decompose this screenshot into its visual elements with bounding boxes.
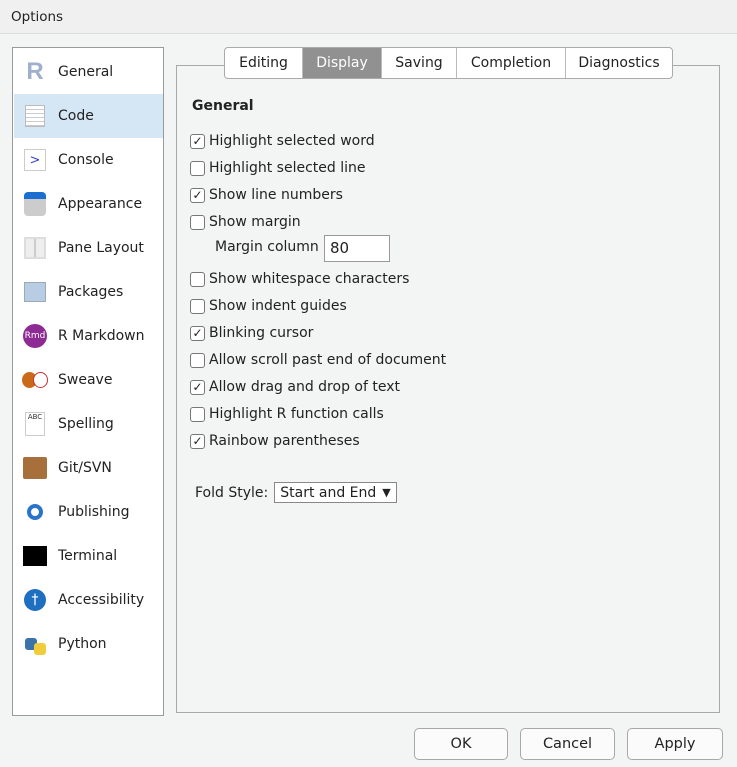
sidebar-item-label: Publishing <box>58 504 130 520</box>
sidebar-item-code[interactable]: Code <box>14 94 163 138</box>
rmd-icon: Rmd <box>22 323 48 349</box>
option-label: Highlight selected line <box>209 160 366 176</box>
fold-style-select[interactable]: Start and End ▼ <box>274 482 397 503</box>
option-checkbox-row[interactable]: Show whitespace characters <box>190 269 409 289</box>
sidebar-item-appearance[interactable]: Appearance <box>14 182 163 226</box>
option-label: Blinking cursor <box>209 325 314 341</box>
checkbox-unchecked[interactable] <box>190 298 205 314</box>
sidebar-item-label: Terminal <box>58 548 118 564</box>
option-checkbox-row[interactable]: ✓ Allow drag and drop of text <box>190 377 400 397</box>
paint-bucket-icon <box>22 191 48 217</box>
option-label: Show line numbers <box>209 187 343 203</box>
sidebar-item-label: Spelling <box>58 416 114 432</box>
sidebar-item-general[interactable]: R General <box>14 50 163 94</box>
sidebar-item-label: Python <box>58 636 107 652</box>
check-icon: ✓ <box>192 326 203 340</box>
option-label: Highlight selected word <box>209 133 375 149</box>
sidebar-item-label: Console <box>58 152 114 168</box>
option-label: Allow scroll past end of document <box>209 352 447 368</box>
option-checkbox-row[interactable]: ✓ Highlight selected word <box>190 131 375 151</box>
sidebar-item-pane-layout[interactable]: Pane Layout <box>14 226 163 270</box>
sidebar-item-r-markdown[interactable]: Rmd R Markdown <box>14 314 163 358</box>
sidebar-item-spelling[interactable]: ABC Spelling <box>14 402 163 446</box>
option-label: Show whitespace characters <box>209 271 410 287</box>
sweave-pdf-icon <box>22 367 48 393</box>
tab-diagnostics[interactable]: Diagnostics <box>566 48 672 78</box>
sidebar-item-label: Accessibility <box>58 592 145 608</box>
fold-style-label: Fold Style: <box>195 484 269 501</box>
console-prompt-icon: > <box>22 147 48 173</box>
option-checkbox-row[interactable]: Highlight R function calls <box>190 404 384 424</box>
sidebar-item-git-svn[interactable]: Git/SVN <box>14 446 163 490</box>
checkbox-checked[interactable]: ✓ <box>190 379 205 395</box>
checkbox-unchecked[interactable] <box>190 214 205 230</box>
option-label: Show margin <box>209 214 301 230</box>
tab-display[interactable]: Display <box>303 48 382 78</box>
tab-saving[interactable]: Saving <box>382 48 457 78</box>
cancel-button[interactable]: Cancel <box>520 728 615 760</box>
margin-column-label: Margin column <box>215 239 319 255</box>
checkbox-unchecked[interactable] <box>190 352 205 368</box>
accessibility-icon: † <box>22 587 48 613</box>
checkbox-unchecked[interactable] <box>190 406 205 422</box>
code-document-icon <box>22 103 48 129</box>
sidebar-item-sweave[interactable]: Sweave <box>14 358 163 402</box>
sidebar-item-label: Pane Layout <box>58 240 144 256</box>
sidebar-item-label: Git/SVN <box>58 460 112 476</box>
fold-style: Fold Style: Start and End ▼ <box>195 482 397 503</box>
tab-completion[interactable]: Completion <box>457 48 566 78</box>
checkbox-checked[interactable]: ✓ <box>190 187 205 203</box>
tab-editing[interactable]: Editing <box>225 48 303 78</box>
option-checkbox-row[interactable]: Highlight selected line <box>190 158 365 178</box>
python-icon <box>22 631 48 657</box>
option-label: Highlight R function calls <box>209 406 384 422</box>
sidebar-item-terminal[interactable]: Terminal <box>14 534 163 578</box>
package-box-icon <box>22 279 48 305</box>
margin-column-input[interactable]: 80 <box>324 235 390 262</box>
checkbox-unchecked[interactable] <box>190 160 205 176</box>
check-icon: ✓ <box>192 134 203 148</box>
pane-grid-icon <box>22 235 48 261</box>
git-box-icon <box>22 455 48 481</box>
checkbox-checked[interactable]: ✓ <box>190 433 205 449</box>
chevron-down-icon: ▼ <box>382 486 391 499</box>
option-label: Rainbow parentheses <box>209 433 360 449</box>
r-logo-icon: R <box>26 58 44 85</box>
sidebar-item-python[interactable]: Python <box>14 622 163 666</box>
sidebar-item-packages[interactable]: Packages <box>14 270 163 314</box>
spellcheck-icon: ABC <box>22 411 48 437</box>
sidebar-item-console[interactable]: > Console <box>14 138 163 182</box>
sidebar-item-label: General <box>58 64 114 80</box>
tab-bar: Editing Display Saving Completion Diagno… <box>224 47 673 79</box>
sidebar-item-label: Sweave <box>58 372 113 388</box>
apply-button[interactable]: Apply <box>627 728 723 760</box>
sidebar-item-label: R Markdown <box>58 328 145 344</box>
options-sidebar: R General Code > Console Appearance Pane L… <box>12 47 164 716</box>
sidebar-item-accessibility[interactable]: † Accessibility <box>14 578 163 622</box>
check-icon: ✓ <box>192 380 203 394</box>
checkbox-checked[interactable]: ✓ <box>190 325 205 341</box>
publishing-icon <box>22 499 48 525</box>
option-checkbox-row[interactable]: Show margin <box>190 212 301 232</box>
check-icon: ✓ <box>192 434 203 448</box>
ok-button[interactable]: OK <box>414 728 508 760</box>
sidebar-item-label: Packages <box>58 284 124 300</box>
option-checkbox-row[interactable]: Allow scroll past end of document <box>190 350 446 370</box>
checkbox-unchecked[interactable] <box>190 271 205 287</box>
option-checkbox-row[interactable]: ✓ Rainbow parentheses <box>190 431 360 451</box>
terminal-icon <box>22 543 48 569</box>
checkbox-checked[interactable]: ✓ <box>190 133 205 149</box>
option-checkbox-row[interactable]: ✓ Blinking cursor <box>190 323 313 343</box>
option-label: Allow drag and drop of text <box>209 379 400 395</box>
sidebar-item-publishing[interactable]: Publishing <box>14 490 163 534</box>
option-checkbox-row[interactable]: Show indent guides <box>190 296 347 316</box>
section-heading: General <box>192 98 254 114</box>
sidebar-item-label: Code <box>58 108 94 124</box>
sidebar-item-label: Appearance <box>58 196 143 212</box>
fold-style-value: Start and End <box>280 484 377 501</box>
option-label: Show indent guides <box>209 298 347 314</box>
check-icon: ✓ <box>192 188 203 202</box>
option-checkbox-row[interactable]: ✓ Show line numbers <box>190 185 343 205</box>
window-title: Options <box>0 0 737 34</box>
